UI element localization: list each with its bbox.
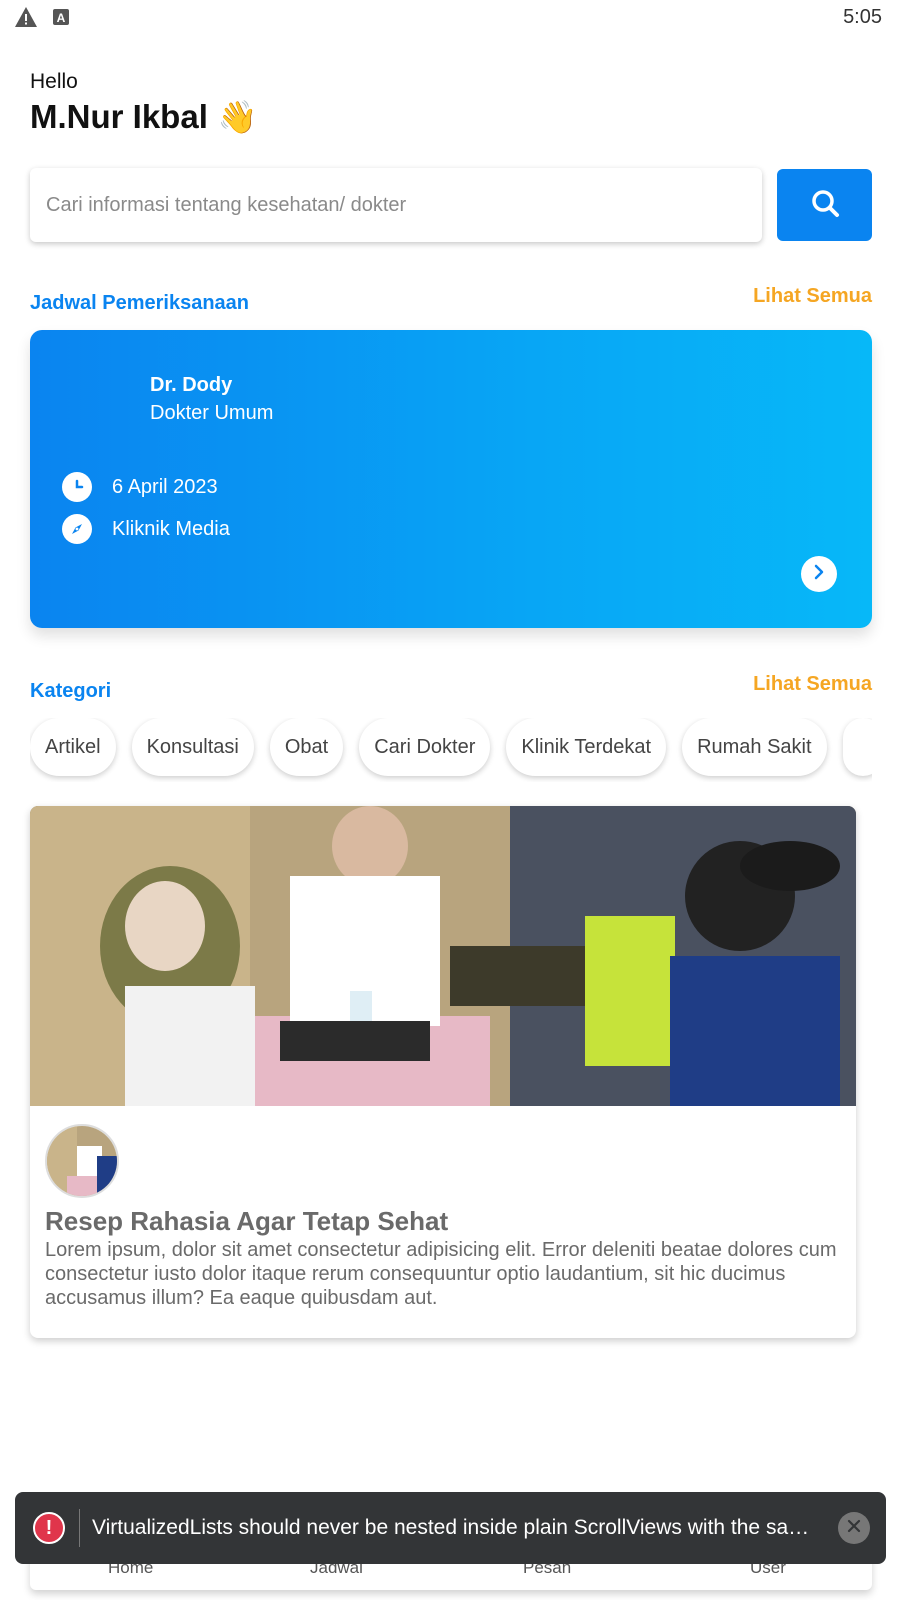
chevron-right-icon (810, 563, 828, 586)
schedule-date: 6 April 2023 (112, 475, 218, 498)
search-input[interactable] (30, 168, 762, 242)
user-name: M.Nur Ikbal 👋 (30, 98, 258, 136)
a-notification-icon: A (52, 8, 70, 31)
doctor-role: Dokter Umum (150, 402, 274, 424)
article-title: Resep Rahasia Agar Tetap Sehat (45, 1206, 449, 1236)
article-author-avatar (45, 1124, 119, 1198)
toast-close-button[interactable] (838, 1512, 870, 1544)
schedule-section-title: Jadwal Pemeriksanaan (30, 292, 250, 314)
category-chip-list[interactable]: Artikel Konsultasi Obat Cari Dokter Klin… (30, 718, 872, 782)
schedule-card[interactable]: Dr. Dody Dokter Umum 6 April 2023 Klikni… (30, 330, 872, 628)
user-name-text: M.Nur Ikbal (30, 98, 208, 135)
category-chip-cari-dokter[interactable]: Cari Dokter (359, 718, 491, 776)
close-icon (847, 1519, 861, 1538)
category-chip-artikel[interactable]: Artikel (30, 718, 116, 776)
status-icons: A (14, 6, 70, 33)
search-button[interactable] (777, 169, 872, 241)
compass-icon (62, 514, 92, 544)
schedule-see-all-link[interactable]: Lihat Semua (753, 285, 872, 308)
schedule-location: Kliknik Media (112, 517, 230, 540)
toast-divider (79, 1509, 80, 1547)
clock-icon (62, 472, 92, 502)
article-image (30, 806, 856, 1106)
schedule-location-row: Kliknik Media (62, 514, 230, 544)
greeting-hello: Hello (30, 70, 78, 93)
schedule-detail-button[interactable] (801, 556, 837, 592)
category-see-all-link[interactable]: Lihat Semua (753, 673, 872, 696)
home-screen: A 5:05 Hello M.Nur Ikbal 👋 Jadwal Pemeri… (0, 0, 900, 1600)
doctor-name: Dr. Dody (150, 374, 233, 396)
waving-hand-icon: 👋 (217, 99, 258, 135)
schedule-date-row: 6 April 2023 (62, 472, 218, 502)
error-icon: ! (33, 1512, 65, 1544)
svg-text:A: A (57, 11, 66, 25)
warning-toast[interactable]: ! VirtualizedLists should never be neste… (15, 1492, 886, 1564)
category-chip-obat[interactable]: Obat (269, 718, 344, 776)
status-bar: A 5:05 (0, 0, 900, 36)
category-chip-rumah-sakit[interactable]: Rumah Sakit (682, 718, 827, 776)
article-body: Lorem ipsum, dolor sit amet consectetur … (45, 1239, 837, 1309)
status-time: 5:05 (843, 6, 882, 28)
category-chip-konsultasi[interactable]: Konsultasi (131, 718, 254, 776)
search-icon (810, 188, 840, 223)
warning-icon (14, 6, 38, 33)
toast-message: VirtualizedLists should never be nested … (92, 1516, 822, 1539)
category-section-title: Kategori (30, 680, 112, 702)
category-chip-klinik-terdekat[interactable]: Klinik Terdekat (506, 718, 667, 776)
article-card[interactable]: Resep Rahasia Agar Tetap Sehat Lorem ips… (30, 806, 856, 1338)
category-chip-partial[interactable] (842, 718, 872, 776)
